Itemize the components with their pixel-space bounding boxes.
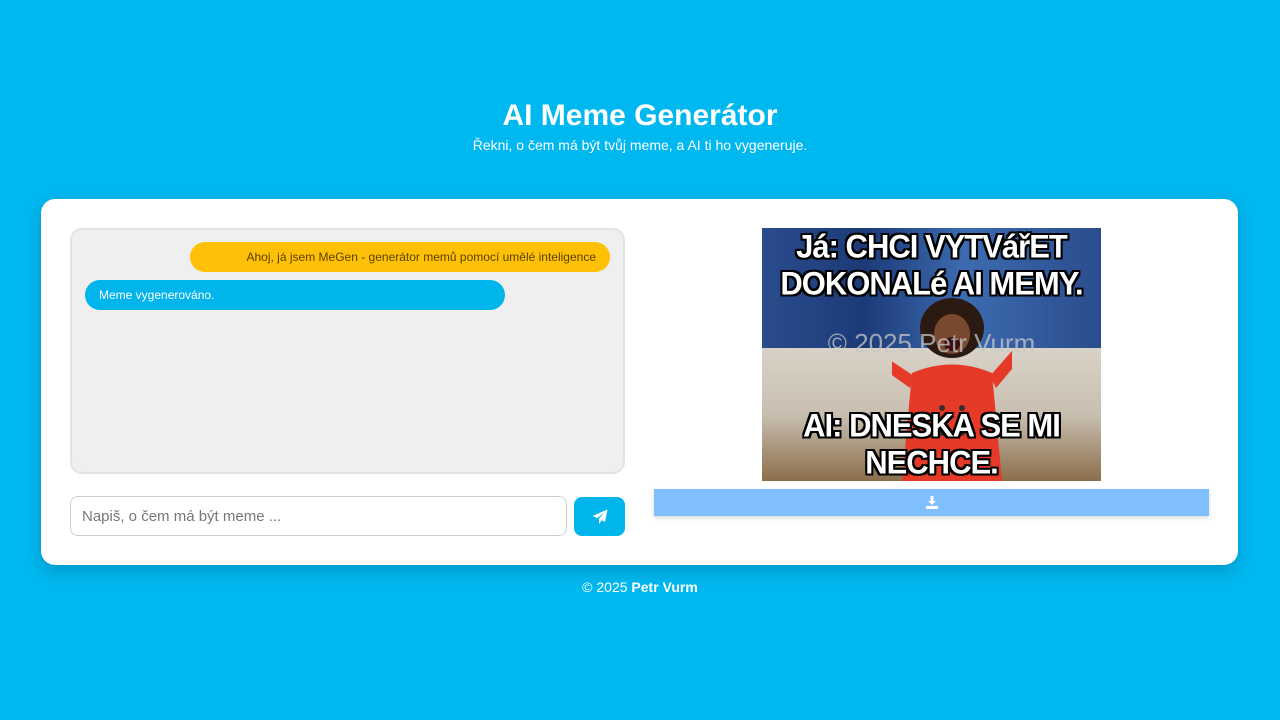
header: AI Meme Generátor Řekni, o čem má být tv… [0, 98, 1280, 154]
chat-box: Ahoj, já jsem MeGen - generátor memů pom… [70, 228, 625, 474]
footer: © 2025 Petr Vurm [0, 578, 1280, 596]
page-subtitle: Řekni, o čem má být tvůj meme, a AI ti h… [472, 137, 808, 153]
page-title: AI Meme Generátor [502, 99, 778, 132]
download-icon [925, 496, 938, 509]
meme-watermark: © 2025 Petr Vurm [827, 328, 1036, 358]
chat-message-status: Meme vygenerováno. [85, 280, 505, 310]
main-card: Ahoj, já jsem MeGen - generátor memů pom… [41, 199, 1238, 565]
footer-copyright: © 2025 [582, 579, 632, 595]
download-button[interactable] [654, 489, 1209, 516]
meme-bottom-text: AI: DNESKA SE MI NECHCE. [803, 407, 1061, 481]
footer-author: Petr Vurm [631, 579, 698, 595]
meme-prompt-input[interactable] [70, 496, 567, 536]
chat-message-greeting: Ahoj, já jsem MeGen - generátor memů pom… [190, 242, 610, 272]
paper-plane-icon [592, 509, 607, 524]
send-button[interactable] [574, 497, 625, 536]
meme-image: © 2025 Petr Vurm Já: CHCI VYTVářET DOKON… [762, 228, 1101, 481]
meme-top-text: Já: CHCI VYTVářET DOKONALé AI MEMY. [780, 228, 1083, 302]
